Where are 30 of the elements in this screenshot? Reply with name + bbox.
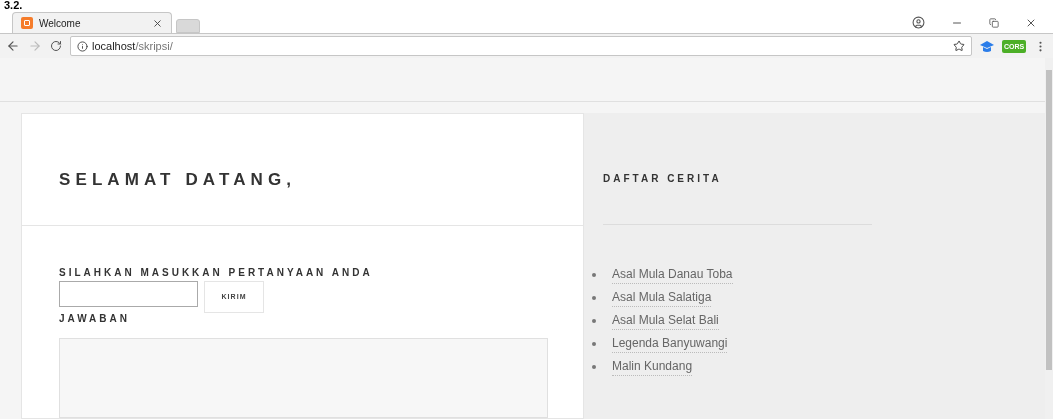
story-link[interactable]: Asal Mula Selat Bali xyxy=(612,311,719,330)
back-icon[interactable] xyxy=(6,39,20,53)
bullet-icon xyxy=(592,295,596,300)
story-link[interactable]: Malin Kundang xyxy=(612,357,693,376)
bullet-icon xyxy=(592,318,596,323)
close-icon[interactable] xyxy=(152,17,163,29)
page-heading: SELAMAT DATANG, xyxy=(59,169,298,191)
reload-icon[interactable] xyxy=(50,40,62,52)
graduation-cap-icon[interactable] xyxy=(980,39,994,53)
tab-title: Welcome xyxy=(39,16,82,31)
browser-tab[interactable]: Welcome xyxy=(12,12,172,33)
caption: 3.2. xyxy=(4,0,23,11)
app-logo-icon xyxy=(21,17,33,29)
answer-label: JAWABAN xyxy=(59,312,131,326)
scrollbar[interactable] xyxy=(1045,58,1053,419)
profile-icon[interactable] xyxy=(912,16,925,29)
story-link[interactable]: Asal Mula Salatiga xyxy=(612,288,712,307)
info-icon[interactable] xyxy=(77,40,88,52)
sidebar-heading: DAFTAR CERITA xyxy=(603,172,723,186)
bullet-icon xyxy=(592,364,596,369)
story-link[interactable]: Asal Mula Danau Toba xyxy=(612,265,733,284)
star-icon[interactable] xyxy=(953,40,965,52)
bullet-icon xyxy=(592,272,596,277)
address-bar[interactable]: localhost/skripsi/ xyxy=(70,36,972,56)
bullet-icon xyxy=(592,341,596,346)
question-label: SILAHKAN MASUKKAN PERTANYAAN ANDA xyxy=(59,266,374,280)
restore-icon[interactable] xyxy=(989,17,999,28)
url-text: localhost/skripsi/ xyxy=(92,38,174,54)
story-link[interactable]: Legenda Banyuwangi xyxy=(612,334,728,353)
question-field[interactable] xyxy=(59,281,198,307)
